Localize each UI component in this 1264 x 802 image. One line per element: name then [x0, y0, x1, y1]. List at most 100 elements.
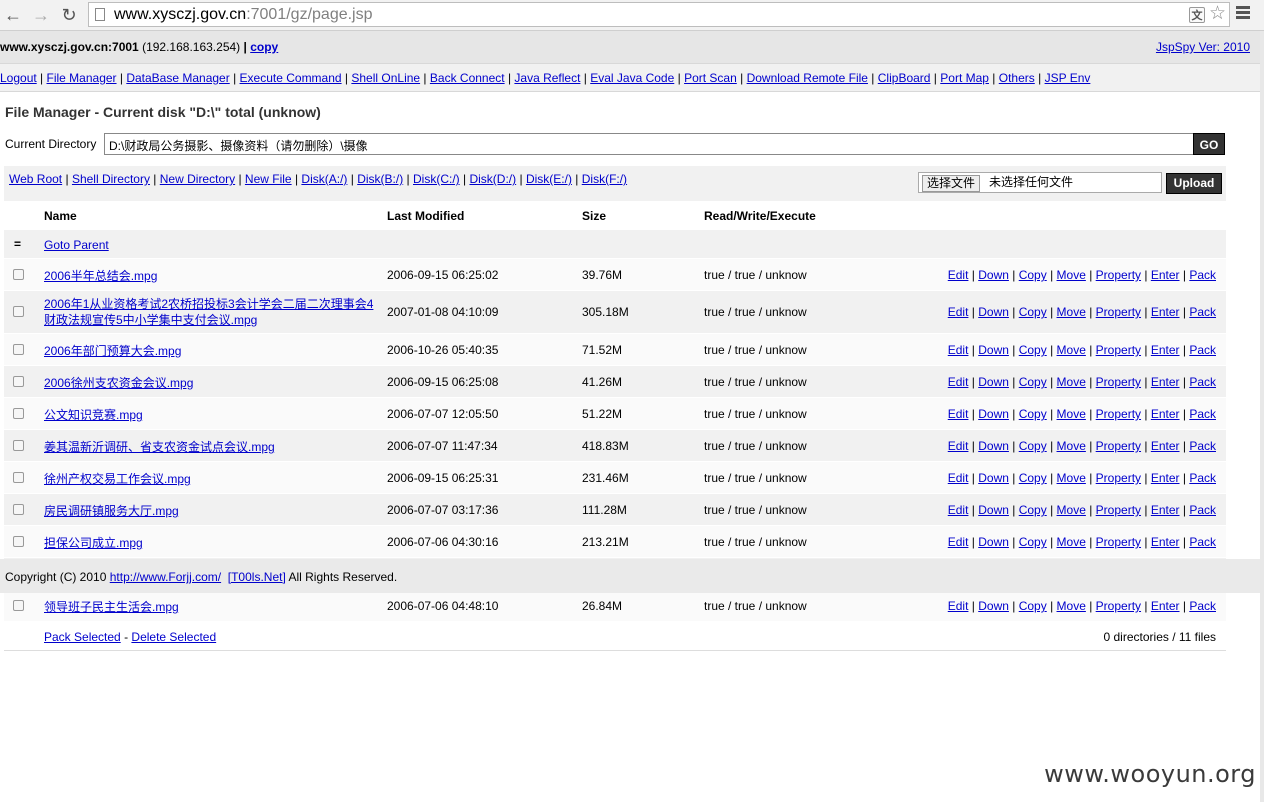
tool-disk-a[interactable]: Disk(A:/)	[301, 172, 347, 186]
property-action-link[interactable]: Property	[1096, 599, 1141, 613]
pack-action-link[interactable]: Pack	[1189, 503, 1216, 517]
pack-selected-link[interactable]: Pack Selected	[44, 630, 121, 644]
down-action-link[interactable]: Down	[978, 439, 1009, 453]
copy-action-link[interactable]: Copy	[1019, 439, 1047, 453]
menu-shell-online[interactable]: Shell OnLine	[351, 71, 420, 85]
row-checkbox[interactable]	[13, 504, 24, 518]
copy-action-link[interactable]: Copy	[1019, 305, 1047, 319]
forjj-link[interactable]: http://www.Forjj.com/	[110, 570, 221, 584]
move-action-link[interactable]: Move	[1057, 305, 1086, 319]
pack-action-link[interactable]: Pack	[1189, 268, 1216, 282]
menu-java-reflect[interactable]: Java Reflect	[514, 71, 580, 85]
file-name-link[interactable]: 领导班子民主生活会.mpg	[44, 599, 374, 615]
enter-action-link[interactable]: Enter	[1151, 268, 1180, 282]
down-action-link[interactable]: Down	[978, 343, 1009, 357]
enter-action-link[interactable]: Enter	[1151, 471, 1180, 485]
row-checkbox[interactable]	[13, 306, 24, 320]
edit-action-link[interactable]: Edit	[948, 407, 969, 421]
menu-eval-java-code[interactable]: Eval Java Code	[590, 71, 674, 85]
property-action-link[interactable]: Property	[1096, 268, 1141, 282]
copy-action-link[interactable]: Copy	[1019, 268, 1047, 282]
menu-database-manager[interactable]: DataBase Manager	[126, 71, 229, 85]
menu-port-scan[interactable]: Port Scan	[684, 71, 737, 85]
down-action-link[interactable]: Down	[978, 268, 1009, 282]
file-name-link[interactable]: 2006徐州支农资金会议.mpg	[44, 375, 374, 391]
property-action-link[interactable]: Property	[1096, 343, 1141, 357]
move-action-link[interactable]: Move	[1057, 375, 1086, 389]
copy-action-link[interactable]: Copy	[1019, 407, 1047, 421]
file-name-link[interactable]: 房民调研镇服务大厅.mpg	[44, 503, 374, 519]
property-action-link[interactable]: Property	[1096, 305, 1141, 319]
property-action-link[interactable]: Property	[1096, 407, 1141, 421]
menu-clipboard[interactable]: ClipBoard	[878, 71, 931, 85]
enter-action-link[interactable]: Enter	[1151, 439, 1180, 453]
pack-action-link[interactable]: Pack	[1189, 471, 1216, 485]
reload-icon[interactable]: ↻	[58, 4, 80, 26]
move-action-link[interactable]: Move	[1057, 503, 1086, 517]
property-action-link[interactable]: Property	[1096, 503, 1141, 517]
goto-parent-link[interactable]: Goto Parent	[44, 238, 374, 252]
tool-new-file[interactable]: New File	[245, 172, 292, 186]
property-action-link[interactable]: Property	[1096, 439, 1141, 453]
down-action-link[interactable]: Down	[978, 599, 1009, 613]
edit-action-link[interactable]: Edit	[948, 305, 969, 319]
edit-action-link[interactable]: Edit	[948, 535, 969, 549]
forward-arrow-icon[interactable]: →	[30, 4, 52, 26]
menu-download-remote-file[interactable]: Download Remote File	[747, 71, 868, 85]
enter-action-link[interactable]: Enter	[1151, 305, 1180, 319]
address-bar[interactable]: www.xysczj.gov.cn:7001/gz/page.jsp 文 ☆	[88, 2, 1230, 27]
tool-disk-c[interactable]: Disk(C:/)	[413, 172, 460, 186]
edit-action-link[interactable]: Edit	[948, 599, 969, 613]
upload-button[interactable]: Upload	[1166, 173, 1222, 194]
pack-action-link[interactable]: Pack	[1189, 439, 1216, 453]
translate-icon[interactable]: 文	[1189, 7, 1205, 23]
edit-action-link[interactable]: Edit	[948, 268, 969, 282]
copy-action-link[interactable]: Copy	[1019, 503, 1047, 517]
down-action-link[interactable]: Down	[978, 407, 1009, 421]
enter-action-link[interactable]: Enter	[1151, 503, 1180, 517]
edit-action-link[interactable]: Edit	[948, 375, 969, 389]
tool-web-root[interactable]: Web Root	[9, 172, 62, 186]
copy-action-link[interactable]: Copy	[1019, 599, 1047, 613]
pack-action-link[interactable]: Pack	[1189, 599, 1216, 613]
row-checkbox[interactable]	[13, 376, 24, 390]
move-action-link[interactable]: Move	[1057, 343, 1086, 357]
move-action-link[interactable]: Move	[1057, 268, 1086, 282]
move-action-link[interactable]: Move	[1057, 407, 1086, 421]
choose-file-button[interactable]: 选择文件	[922, 175, 981, 192]
row-checkbox[interactable]	[13, 600, 24, 614]
file-name-link[interactable]: 担保公司成立.mpg	[44, 535, 374, 551]
property-action-link[interactable]: Property	[1096, 471, 1141, 485]
menu-port-map[interactable]: Port Map	[940, 71, 989, 85]
pack-action-link[interactable]: Pack	[1189, 375, 1216, 389]
scrollbar[interactable]	[1260, 31, 1264, 802]
tool-new-directory[interactable]: New Directory	[160, 172, 235, 186]
move-action-link[interactable]: Move	[1057, 535, 1086, 549]
row-checkbox[interactable]	[13, 472, 24, 486]
property-action-link[interactable]: Property	[1096, 535, 1141, 549]
edit-action-link[interactable]: Edit	[948, 343, 969, 357]
tool-disk-d[interactable]: Disk(D:/)	[469, 172, 516, 186]
menu-logout[interactable]: Logout	[0, 71, 37, 85]
down-action-link[interactable]: Down	[978, 503, 1009, 517]
copy-action-link[interactable]: Copy	[1019, 375, 1047, 389]
menu-jsp-env[interactable]: JSP Env	[1045, 71, 1091, 85]
star-icon[interactable]: ☆	[1209, 4, 1226, 24]
t00ls-link[interactable]: [T00ls.Net]	[228, 570, 286, 584]
tool-disk-b[interactable]: Disk(B:/)	[357, 172, 403, 186]
enter-action-link[interactable]: Enter	[1151, 407, 1180, 421]
tool-disk-f[interactable]: Disk(F:/)	[582, 172, 627, 186]
enter-action-link[interactable]: Enter	[1151, 343, 1180, 357]
edit-action-link[interactable]: Edit	[948, 439, 969, 453]
edit-action-link[interactable]: Edit	[948, 503, 969, 517]
file-name-link[interactable]: 2006年1从业资格考试2农桥招投标3会计学会二届二次理事会4财政法规宣传5中小…	[44, 296, 374, 328]
down-action-link[interactable]: Down	[978, 535, 1009, 549]
copy-action-link[interactable]: Copy	[1019, 471, 1047, 485]
move-action-link[interactable]: Move	[1057, 439, 1086, 453]
menu-back-connect[interactable]: Back Connect	[430, 71, 505, 85]
move-action-link[interactable]: Move	[1057, 599, 1086, 613]
back-arrow-icon[interactable]: ←	[2, 4, 24, 26]
enter-action-link[interactable]: Enter	[1151, 599, 1180, 613]
pack-action-link[interactable]: Pack	[1189, 407, 1216, 421]
file-name-link[interactable]: 徐州产权交易工作会议.mpg	[44, 471, 374, 487]
